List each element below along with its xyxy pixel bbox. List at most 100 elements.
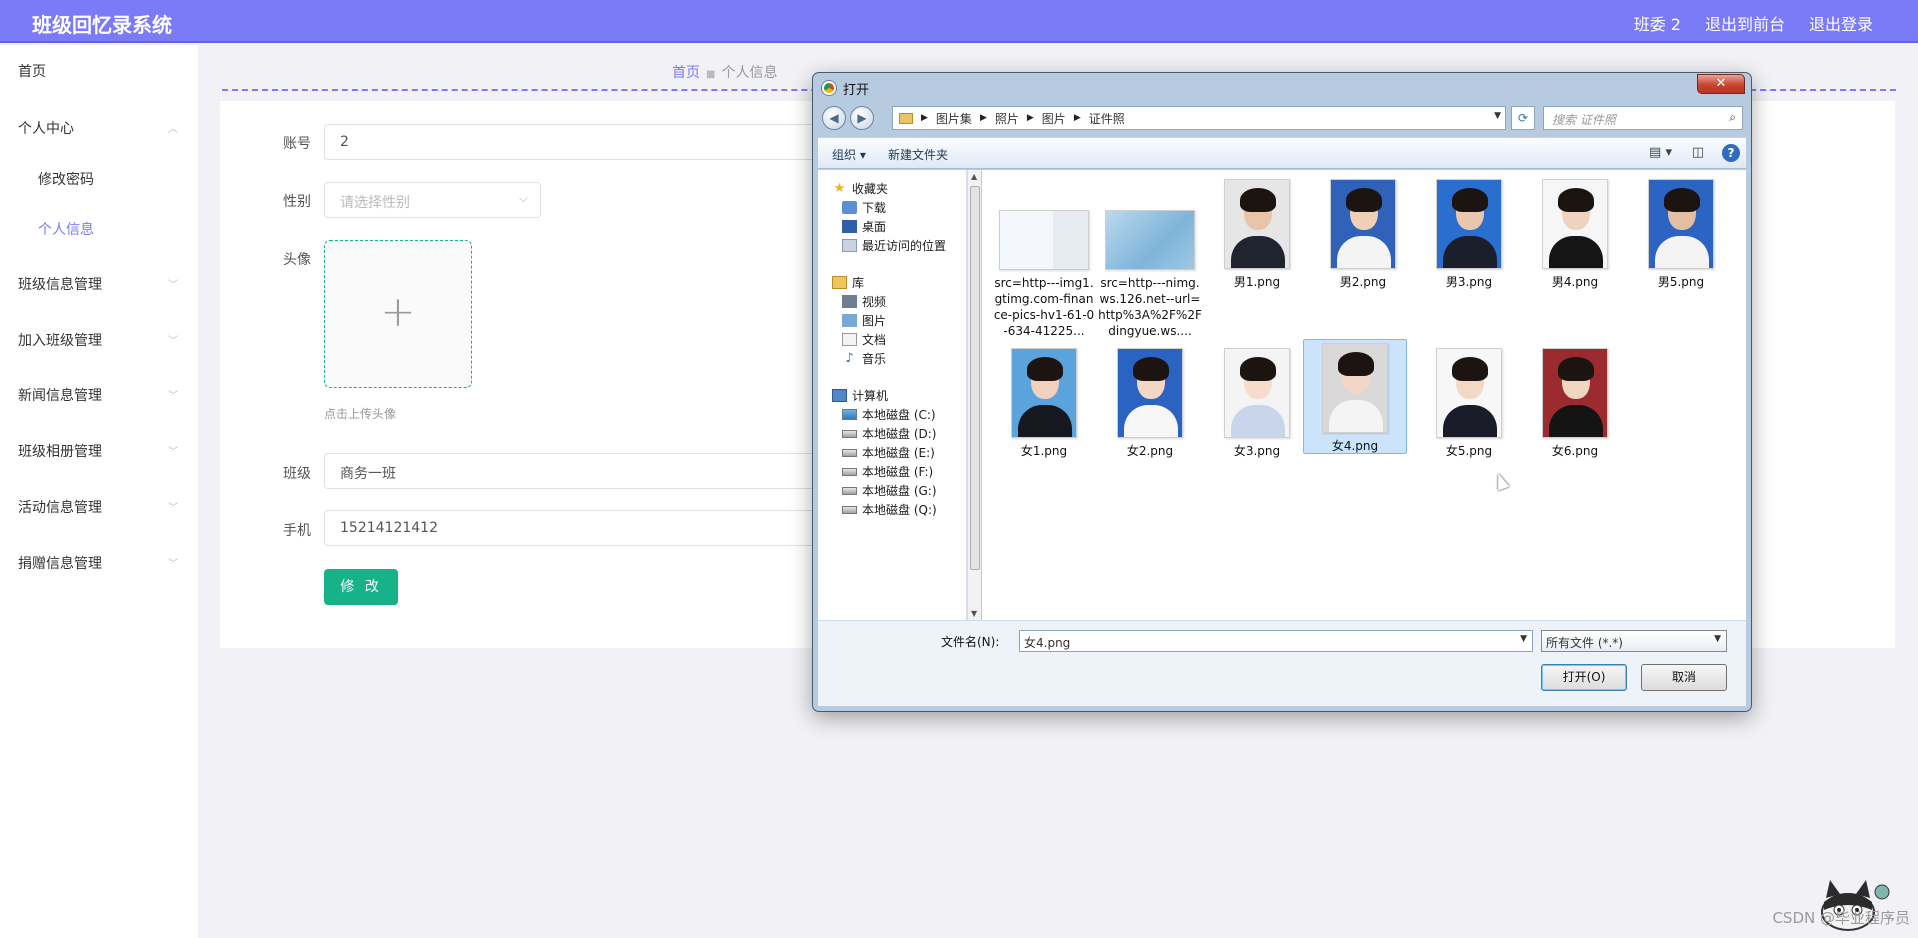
nav-music[interactable]: ♪ 音乐 <box>842 350 886 367</box>
nav-scrollbar[interactable]: ▲ ▼ <box>967 170 981 620</box>
path-segment[interactable]: 照片 <box>995 110 1019 127</box>
gender-placeholder: 请选择性别 <box>340 195 410 211</box>
nav-drive-d[interactable]: 本地磁盘 (D:) <box>842 425 936 442</box>
chevron-right-icon: ▶ <box>979 113 987 123</box>
dropdown-icon[interactable]: ▼ <box>1494 111 1501 121</box>
nav-recent[interactable]: 最近访问的位置 <box>842 237 946 254</box>
file-item[interactable]: 男1.png <box>1205 174 1309 290</box>
filetype-select[interactable]: 所有文件 (*.*) ▼ <box>1541 630 1727 652</box>
sidebar-item-label: 活动信息管理 <box>18 500 102 516</box>
chevron-down-icon: ﹀ <box>168 280 178 291</box>
logout-link[interactable]: 退出登录 <box>1809 11 1873 35</box>
nav-drive-f[interactable]: 本地磁盘 (F:) <box>842 463 933 480</box>
sidebar-item-personal-info[interactable]: 个人信息 <box>38 219 94 239</box>
sidebar-item-label: 捐赠信息管理 <box>18 556 102 572</box>
new-folder-button[interactable]: 新建文件夹 <box>888 146 948 163</box>
file-item[interactable]: 女3.png <box>1205 343 1309 459</box>
sidebar-item-donation[interactable]: 捐赠信息管理 ﹀ <box>18 553 178 573</box>
nav-computer[interactable]: 计算机 <box>832 387 888 404</box>
class-input[interactable]: 商务一班 <box>324 453 844 489</box>
nav-favorites[interactable]: ★ 收藏夹 <box>832 180 888 197</box>
nav-label: 本地磁盘 (D:) <box>862 427 937 441</box>
pictures-icon <box>842 314 857 327</box>
nav-libraries[interactable]: 库 <box>832 274 864 291</box>
submit-button[interactable]: 修 改 <box>324 569 398 605</box>
view-options-icon[interactable]: ▤ ▾ <box>1649 145 1672 160</box>
navigation-pane: ★ 收藏夹 下载 桌面 最近访问的位置 库 视频 图片 文档 ♪ 音乐 计算机 本地… <box>818 170 967 620</box>
sidebar-item-album[interactable]: 班级相册管理 ﹀ <box>18 441 178 461</box>
nav-drive-e[interactable]: 本地磁盘 (E:) <box>842 444 935 461</box>
scroll-up-icon[interactable]: ▲ <box>971 172 977 181</box>
file-item[interactable]: 男5.png <box>1629 174 1733 290</box>
image-thumbnail <box>1105 210 1195 270</box>
chevron-down-icon: ﹀ <box>168 503 178 514</box>
file-item[interactable]: 女6.png <box>1523 343 1627 459</box>
file-name: src=http---nimg.ws.126.net--url=http%3A%… <box>1098 276 1202 338</box>
file-item[interactable]: 男3.png <box>1417 174 1521 290</box>
nav-label: 收藏夹 <box>852 182 889 196</box>
address-bar[interactable]: ▶ 图片集 ▶ 照片 ▶ 图片 ▶ 证件照 ▼ <box>892 106 1506 130</box>
nav-pictures[interactable]: 图片 <box>842 312 886 329</box>
avatar-label: 头像 <box>283 252 311 268</box>
nav-label: 桌面 <box>862 220 887 234</box>
nav-drive-c[interactable]: 本地磁盘 (C:) <box>842 406 936 423</box>
file-item[interactable]: 女2.png <box>1098 343 1202 459</box>
file-name: 女5.png <box>1445 444 1493 458</box>
file-name: 女4.png <box>1331 439 1379 453</box>
file-item[interactable]: 男2.png <box>1311 174 1415 290</box>
file-item[interactable]: 男4.png <box>1523 174 1627 290</box>
chevron-right-icon: ▶ <box>1026 113 1034 123</box>
dropdown-icon[interactable]: ▼ <box>1520 634 1527 644</box>
folder-icon <box>899 112 913 124</box>
close-icon[interactable]: ✕ <box>1697 74 1745 94</box>
scroll-down-icon[interactable]: ▼ <box>971 609 977 618</box>
path-segment[interactable]: 图片 <box>1042 110 1066 127</box>
dialog-footer: 文件名(N): 女4.png ▼ 所有文件 (*.*) ▼ 打开(O) 取消 <box>818 620 1746 706</box>
account-input[interactable]: 2 <box>324 124 844 160</box>
file-item[interactable]: 女1.png <box>992 343 1096 459</box>
file-item[interactable]: src=http---nimg.ws.126.net--url=http%3A%… <box>1098 174 1202 339</box>
refresh-icon[interactable]: ⟳ <box>1511 106 1535 130</box>
file-item[interactable]: src=http---img1.gtimg.com-finance-pics-h… <box>992 174 1096 339</box>
nav-drive-g[interactable]: 本地磁盘 (G:) <box>842 482 937 499</box>
sidebar-item-home[interactable]: 首页 <box>18 61 178 81</box>
image-thumbnail <box>1330 179 1396 269</box>
nav-videos[interactable]: 视频 <box>842 293 886 310</box>
file-item[interactable]: 女5.png <box>1417 343 1521 459</box>
nav-downloads[interactable]: 下载 <box>842 199 886 216</box>
organize-button[interactable]: 组织 ▾ <box>832 146 866 163</box>
avatar-uploader[interactable]: + <box>324 240 472 388</box>
sidebar-item-activity[interactable]: 活动信息管理 ﹀ <box>18 497 178 517</box>
nav-label: 图片 <box>862 314 887 328</box>
app-title: 班级回忆录系统 <box>32 13 172 37</box>
sidebar-item-class-info[interactable]: 班级信息管理 ﹀ <box>18 274 178 294</box>
front-link[interactable]: 退出到前台 <box>1705 11 1785 35</box>
file-item-selected[interactable]: 女4.png <box>1303 339 1407 454</box>
forward-icon[interactable]: ▶ <box>850 106 874 130</box>
phone-input[interactable]: 15214121412 <box>324 510 844 546</box>
filename-input[interactable]: 女4.png ▼ <box>1019 630 1533 652</box>
phone-label: 手机 <box>283 523 311 539</box>
drive-icon <box>842 429 857 438</box>
back-icon[interactable]: ◀ <box>822 106 846 130</box>
sidebar-item-join-class[interactable]: 加入班级管理 ﹀ <box>18 330 178 350</box>
nav-documents[interactable]: 文档 <box>842 331 886 348</box>
sidebar-item-news[interactable]: 新闻信息管理 ﹀ <box>18 385 178 405</box>
cancel-button[interactable]: 取消 <box>1641 664 1727 691</box>
path-segment[interactable]: 图片集 <box>936 110 972 127</box>
nav-desktop[interactable]: 桌面 <box>842 218 886 235</box>
file-name: 男4.png <box>1551 275 1599 289</box>
sidebar-item-change-password[interactable]: 修改密码 <box>38 169 94 189</box>
nav-label: 本地磁盘 (Q:) <box>862 503 937 517</box>
path-segment[interactable]: 证件照 <box>1089 110 1125 127</box>
nav-drive-q[interactable]: 本地磁盘 (Q:) <box>842 501 937 518</box>
help-icon[interactable]: ? <box>1722 144 1740 162</box>
gender-select[interactable]: 请选择性别 ⌵ <box>324 182 541 218</box>
preview-pane-icon[interactable]: ◫ <box>1692 145 1704 160</box>
file-name: 女6.png <box>1551 444 1599 458</box>
open-button[interactable]: 打开(O) <box>1541 664 1627 691</box>
search-input[interactable]: 搜索 证件照 ⌕ <box>1543 106 1743 130</box>
scrollbar-thumb[interactable] <box>970 186 980 570</box>
sidebar-item-personal-center[interactable]: 个人中心 ︿ <box>18 118 178 138</box>
breadcrumb-home[interactable]: 首页 <box>672 65 700 81</box>
